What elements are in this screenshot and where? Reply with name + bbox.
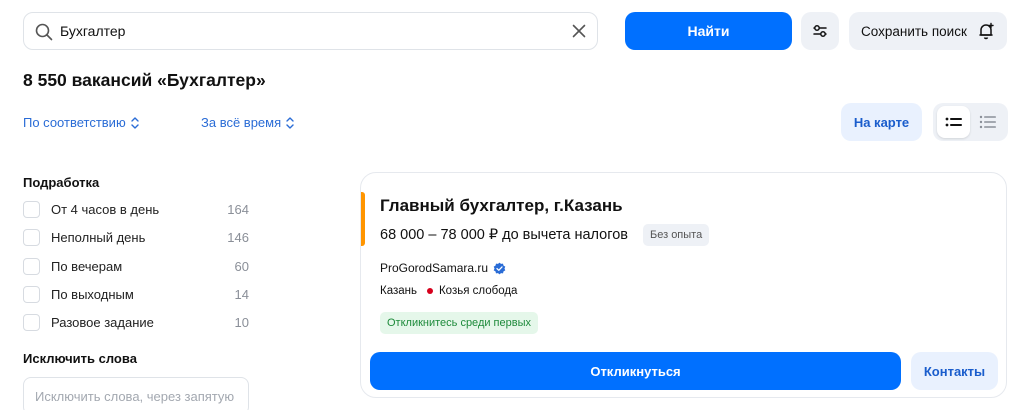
filter-count: 60 (234, 258, 249, 274)
compact-list-icon (979, 115, 996, 129)
period-label: За всё время (201, 115, 282, 130)
list-icon (945, 117, 962, 127)
filter-count: 10 (234, 314, 249, 330)
filter-label: Неполный день (51, 229, 146, 245)
filter-label: Разовое задание (51, 314, 154, 330)
chevron-up-down-icon (131, 116, 139, 129)
filter-label: От 4 часов в день (51, 201, 160, 217)
filter-count: 146 (227, 229, 249, 245)
filter-label: По вечерам (51, 258, 123, 274)
vacancy-salary: 68 000 – 78 000 ₽ до вычета налогов (380, 227, 628, 243)
company-link[interactable]: ProGorodSamara.ru (380, 261, 506, 275)
highlight-bar (361, 192, 365, 246)
city: Казань (380, 285, 417, 297)
search-icon (35, 23, 53, 41)
checkbox[interactable] (23, 257, 40, 275)
close-icon[interactable] (571, 23, 587, 39)
view-list-button[interactable] (937, 106, 970, 138)
filter-item[interactable]: По вечерам 60 (23, 256, 249, 276)
filter-count: 14 (234, 286, 249, 302)
chevron-up-down-icon (286, 116, 294, 129)
parttime-heading: Подработка (23, 175, 100, 190)
vacancy-location: Казань Козья слобода (380, 285, 517, 297)
period-dropdown[interactable]: За всё время (201, 115, 295, 130)
save-search-button[interactable]: Сохранить поиск (849, 12, 1007, 50)
metro-station: Козья слобода (438, 285, 518, 297)
vacancy-card: Главный бухгалтер, г.Казань 68 000 – 78 … (360, 172, 1007, 398)
checkbox[interactable] (23, 228, 40, 246)
filter-item[interactable]: Неполный день 146 (23, 227, 249, 247)
filter-count: 164 (227, 201, 249, 217)
experience-badge: Без опыта (643, 224, 710, 246)
sort-dropdown[interactable]: По соответствию (23, 115, 140, 130)
checkbox[interactable] (23, 200, 40, 218)
search-box (23, 12, 598, 50)
first-responders-badge: Откликнитесь среди первых (380, 312, 538, 334)
company-name: ProGorodSamara.ru (380, 261, 489, 275)
advanced-filter-button[interactable] (801, 12, 839, 50)
apply-button[interactable]: Откликнуться (370, 352, 901, 390)
filter-item[interactable]: От 4 часов в день 164 (23, 199, 249, 219)
verified-icon (493, 262, 506, 274)
contacts-button[interactable]: Контакты (911, 352, 998, 390)
checkbox[interactable] (23, 285, 40, 303)
filter-item[interactable]: По выходным 14 (23, 284, 249, 304)
checkbox[interactable] (23, 313, 40, 331)
filter-item[interactable]: Разовое задание 10 (23, 312, 249, 332)
view-compact-button[interactable] (971, 106, 1004, 138)
map-button[interactable]: На карте (841, 103, 922, 141)
filter-label: По выходным (51, 286, 134, 302)
metro-icon (426, 288, 433, 294)
exclude-words-input[interactable] (23, 377, 249, 410)
bell-icon (979, 22, 994, 40)
sort-label: По соответствию (23, 115, 126, 130)
search-input[interactable] (60, 13, 560, 49)
find-button[interactable]: Найти (625, 12, 792, 50)
exclude-heading: Исключить слова (23, 351, 137, 366)
sliders-icon (813, 25, 827, 37)
results-title: 8 550 вакансий «Бухгалтер» (23, 70, 266, 90)
vacancy-title[interactable]: Главный бухгалтер, г.Казань (380, 196, 623, 216)
view-toggle (933, 103, 1008, 141)
save-search-label: Сохранить поиск (861, 23, 967, 39)
